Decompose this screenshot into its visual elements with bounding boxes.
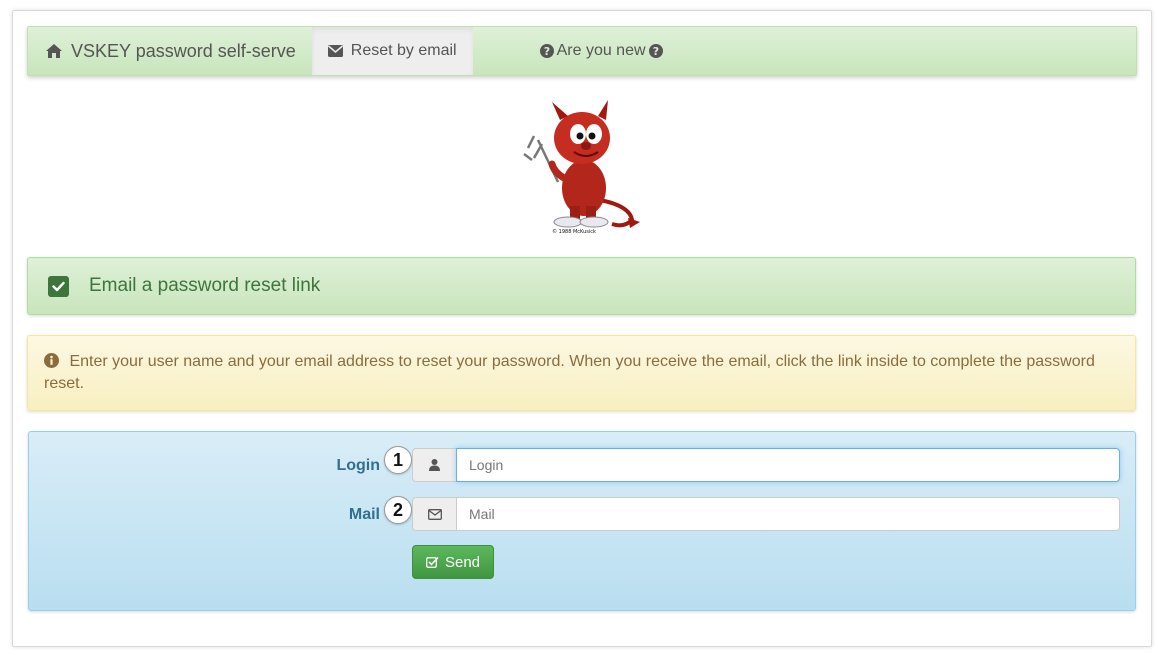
check-square-outline-icon bbox=[426, 556, 439, 568]
instructions-text: Enter your user name and your email addr… bbox=[44, 353, 1095, 392]
instructions-alert: Enter your user name and your email addr… bbox=[27, 335, 1136, 411]
mail-label: Mail bbox=[348, 506, 380, 523]
question-circle-icon: ? bbox=[539, 44, 554, 58]
title-alert: Email a password reset link bbox=[27, 257, 1136, 315]
home-icon bbox=[46, 44, 62, 58]
question-circle-icon: ? bbox=[648, 44, 663, 58]
tab-reset-by-email[interactable]: Reset by email bbox=[311, 27, 473, 75]
login-step-badge: 1 bbox=[384, 446, 412, 474]
check-square-icon bbox=[48, 275, 69, 297]
nav-brand-link[interactable]: VSKEY password self-serve bbox=[28, 27, 312, 75]
logo-caption: © 1988 McKusick bbox=[552, 228, 596, 235]
login-label: Login bbox=[336, 457, 380, 474]
svg-text:?: ? bbox=[652, 45, 658, 58]
tab-reset-by-email-label: Reset by email bbox=[350, 42, 457, 59]
tab-are-you-new-label: Are you new bbox=[556, 42, 646, 59]
reset-form: Login 1 Mail 2 Send bbox=[28, 431, 1136, 611]
login-input[interactable] bbox=[456, 448, 1120, 482]
login-addon bbox=[412, 448, 456, 482]
daemon-logo: © 1988 McKusick bbox=[512, 96, 652, 236]
user-icon bbox=[429, 459, 440, 471]
info-circle-icon bbox=[44, 353, 59, 368]
title-alert-text: Email a password reset link bbox=[89, 275, 321, 296]
envelope-icon bbox=[327, 45, 343, 57]
mail-input[interactable] bbox=[456, 497, 1120, 531]
tab-are-you-new[interactable]: ? Are you new ? bbox=[521, 27, 682, 75]
send-button-label: Send bbox=[444, 553, 481, 571]
svg-text:?: ? bbox=[543, 45, 549, 58]
mail-step-badge: 2 bbox=[384, 496, 412, 524]
nav-brand-label: VSKEY password self-serve bbox=[71, 40, 296, 61]
mail-addon bbox=[412, 497, 456, 531]
send-button[interactable]: Send bbox=[412, 545, 494, 579]
envelope-outline-icon bbox=[427, 508, 442, 520]
navbar: VSKEY password self-serve Reset by email… bbox=[27, 26, 1137, 76]
